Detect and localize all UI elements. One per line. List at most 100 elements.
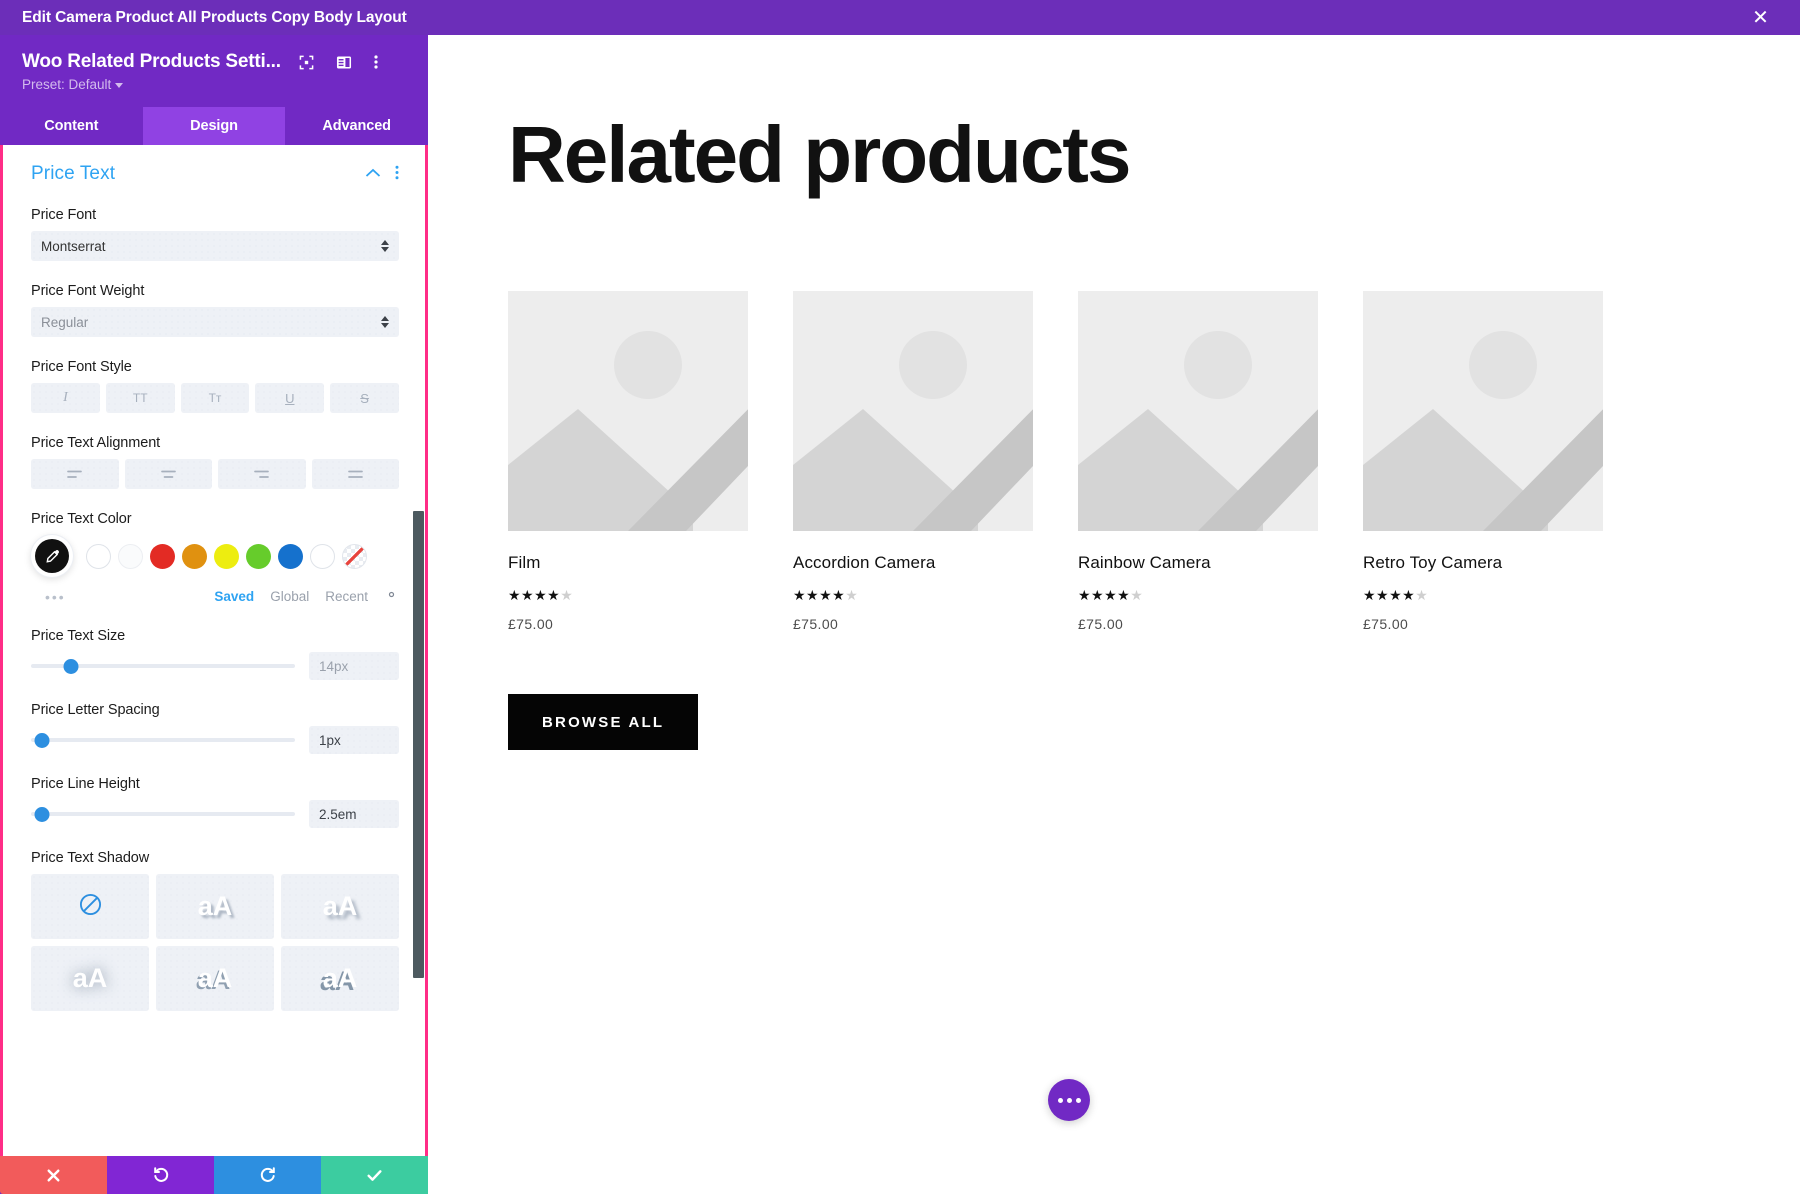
- field-price-text-size: Price Text Size 14px: [31, 628, 399, 680]
- more-dots-icon[interactable]: [1048, 1079, 1090, 1121]
- color-tab-global[interactable]: Global: [270, 589, 309, 604]
- chevron-up-icon[interactable]: [365, 166, 381, 182]
- kebab-menu-icon[interactable]: [395, 165, 399, 184]
- align-center-button[interactable]: [124, 459, 212, 489]
- eyedropper-icon[interactable]: [31, 535, 73, 577]
- product-price: £75.00: [1363, 616, 1409, 632]
- color-tab-recent[interactable]: Recent: [325, 589, 368, 604]
- swatch-green[interactable]: [246, 543, 271, 569]
- browse-all-button[interactable]: BROWSE ALL: [508, 694, 699, 750]
- field-price-font-weight: Price Font Weight Regular: [31, 283, 399, 337]
- field-price-text-alignment: Price Text Alignment: [31, 435, 399, 489]
- panel-scrollbar[interactable]: [413, 511, 424, 978]
- more-dots-icon[interactable]: •••: [45, 589, 66, 605]
- product-name[interactable]: Accordion Camera: [793, 553, 1033, 573]
- price-line-height-slider[interactable]: [31, 803, 295, 825]
- swatch-white-2[interactable]: [118, 543, 143, 569]
- redo-button[interactable]: [214, 1156, 321, 1194]
- page-preview: Related products Film ★★★★★ £75.00 Accor…: [428, 35, 1800, 1194]
- swatch-red[interactable]: [150, 543, 175, 569]
- italic-button[interactable]: I: [31, 383, 100, 413]
- field-price-text-shadow: Price Text Shadow aA aA aA aA aA: [31, 850, 399, 1011]
- product-image-placeholder: [793, 291, 1033, 531]
- cancel-button[interactable]: [0, 1156, 107, 1194]
- product-rating: ★★★★★: [793, 587, 859, 603]
- price-text-shadow-label: Price Text Shadow: [31, 850, 150, 866]
- color-swatch-footer: ••• Saved Global Recent: [31, 587, 399, 606]
- close-icon[interactable]: ✕: [1743, 0, 1778, 35]
- shadow-preview-glyph: aA: [322, 891, 358, 921]
- chevron-down-icon: [115, 83, 124, 88]
- price-font-value: Montserrat: [41, 238, 106, 254]
- price-letter-spacing-input[interactable]: 1px: [309, 726, 399, 754]
- save-button[interactable]: [321, 1156, 428, 1194]
- product-card[interactable]: Retro Toy Camera ★★★★★ £75.00: [1363, 291, 1603, 632]
- swatch-white-1[interactable]: [86, 543, 111, 569]
- section-title[interactable]: Price Text: [31, 163, 115, 185]
- shadow-none-button[interactable]: [31, 874, 149, 939]
- layout-columns-icon[interactable]: [336, 55, 352, 70]
- shadow-preview-glyph: aA: [72, 963, 108, 993]
- preset-selector[interactable]: Preset: Default: [22, 77, 408, 92]
- product-name[interactable]: Retro Toy Camera: [1363, 553, 1603, 573]
- field-price-letter-spacing: Price Letter Spacing 1px: [31, 702, 399, 754]
- tab-content[interactable]: Content: [0, 107, 143, 145]
- tab-design[interactable]: Design: [142, 107, 286, 145]
- panel-body: Price Text Price Font Montserrat Price F…: [3, 145, 425, 1156]
- price-font-weight-select[interactable]: Regular: [31, 307, 399, 337]
- product-price: £75.00: [1078, 616, 1124, 632]
- color-tab-saved[interactable]: Saved: [214, 589, 254, 604]
- product-rating: ★★★★★: [1363, 587, 1429, 603]
- shadow-preset-3-button[interactable]: aA: [31, 946, 149, 1011]
- product-price: £75.00: [793, 616, 839, 632]
- panel-tabs: Content Design Advanced: [0, 107, 428, 145]
- price-text-color-label: Price Text Color: [31, 511, 132, 527]
- price-text-size-slider[interactable]: [31, 655, 295, 677]
- price-letter-spacing-slider[interactable]: [31, 729, 295, 751]
- price-font-style-label: Price Font Style: [31, 359, 132, 375]
- focus-icon[interactable]: [299, 55, 314, 70]
- align-right-button[interactable]: [218, 459, 306, 489]
- tab-advanced[interactable]: Advanced: [285, 107, 428, 145]
- shadow-preset-4-button[interactable]: aA: [156, 946, 274, 1011]
- module-settings-panel: Woo Related Products Setti... Preset: De…: [0, 35, 428, 1194]
- field-price-font: Price Font Montserrat: [31, 207, 399, 261]
- spinner-icon: [381, 240, 389, 252]
- panel-action-bar: [0, 1156, 428, 1194]
- underline-button[interactable]: U: [255, 383, 325, 413]
- product-card[interactable]: Rainbow Camera ★★★★★ £75.00: [1078, 291, 1318, 632]
- align-justify-button[interactable]: [311, 459, 399, 489]
- undo-button[interactable]: [107, 1156, 214, 1194]
- shadow-preset-2-button[interactable]: aA: [281, 874, 399, 939]
- product-card[interactable]: Accordion Camera ★★★★★ £75.00: [793, 291, 1033, 632]
- product-name[interactable]: Film: [508, 553, 748, 573]
- window-title: Edit Camera Product All Products Copy Bo…: [22, 8, 407, 26]
- preset-label: Preset: Default: [22, 77, 112, 92]
- kebab-menu-icon[interactable]: [374, 54, 378, 70]
- shadow-preset-1-button[interactable]: aA: [156, 874, 274, 939]
- gear-icon[interactable]: [384, 587, 399, 606]
- product-image-placeholder: [1078, 291, 1318, 531]
- swatch-yellow[interactable]: [214, 543, 239, 569]
- align-left-button[interactable]: [31, 459, 119, 489]
- product-name[interactable]: Rainbow Camera: [1078, 553, 1318, 573]
- price-text-alignment-buttons: [31, 459, 399, 489]
- uppercase-button[interactable]: TT: [105, 383, 175, 413]
- panel-body-scroll-area: Price Text Price Font Montserrat Price F…: [0, 145, 428, 1156]
- shadow-preview-glyph: aA: [197, 963, 233, 993]
- price-font-weight-value: Regular: [41, 314, 89, 330]
- color-swatch-row: [31, 535, 399, 577]
- small-caps-button[interactable]: Tᴛ: [180, 383, 250, 413]
- product-card[interactable]: Film ★★★★★ £75.00: [508, 291, 748, 632]
- strikethrough-button[interactable]: S: [330, 383, 399, 413]
- swatch-white-3[interactable]: [310, 543, 335, 569]
- price-font-select[interactable]: Montserrat: [31, 231, 399, 261]
- price-line-height-input[interactable]: 2.5em: [309, 800, 399, 828]
- swatch-transparent[interactable]: [342, 543, 367, 569]
- shadow-preset-5-button[interactable]: aA: [281, 946, 399, 1011]
- price-text-size-input[interactable]: 14px: [309, 652, 399, 680]
- swatch-blue[interactable]: [278, 543, 303, 569]
- module-title: Woo Related Products Setti...: [22, 51, 281, 72]
- swatch-orange[interactable]: [182, 543, 207, 569]
- section-header-price-text: Price Text: [31, 163, 399, 185]
